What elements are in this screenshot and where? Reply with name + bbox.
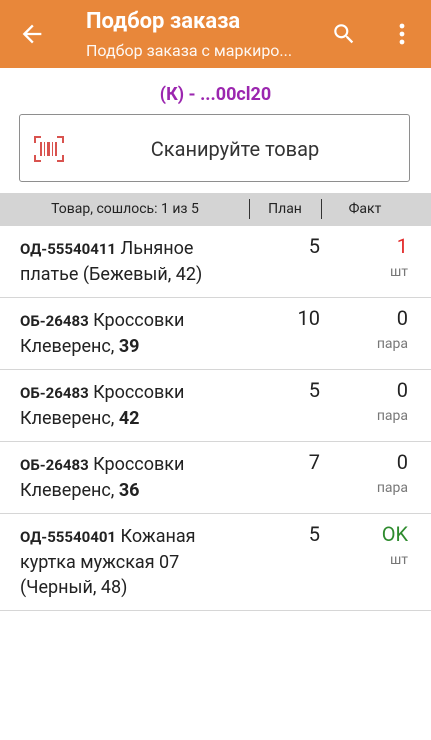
more-vert-icon[interactable]: [392, 21, 412, 47]
search-icon[interactable]: [331, 21, 357, 47]
item-code: ОБ-26483: [20, 384, 89, 402]
item-fact: OK: [381, 522, 408, 546]
item-name: ОБ-26483 Кроссовки Клеверенс, 36: [20, 452, 230, 503]
item-unit: шт: [389, 552, 408, 568]
item-plan: 5: [308, 234, 320, 258]
item-size: 42: [118, 408, 140, 429]
item-name: ОБ-26483 Кроссовки Клеверенс, 39: [20, 308, 230, 359]
item-plan: 10: [297, 306, 320, 330]
header-divider: [249, 199, 250, 219]
item-code: ОБ-26483: [20, 312, 89, 330]
item-size: 39: [118, 336, 140, 357]
item-code: ОБ-26483: [20, 456, 89, 474]
table-header: Товар, сошлось: 1 из 5 План Факт: [0, 193, 431, 226]
item-fact: 0: [396, 306, 408, 330]
item-name: ОД-55540411 Льняное платье (Бежевый, 42): [20, 236, 230, 287]
header-name: Товар, сошлось: 1 из 5: [51, 201, 199, 217]
item-unit: шт: [389, 264, 408, 280]
item-size: 36: [118, 480, 140, 501]
list-item[interactable]: ОБ-26483 Кроссовки Клеверенс, 36 7 0 пар…: [0, 442, 431, 514]
item-name: ОД-55540401 Кожаная куртка мужская 07 (Ч…: [20, 524, 230, 600]
item-code: ОД-55540401: [20, 528, 117, 546]
barcode-icon: [34, 136, 64, 162]
app-title: Подбор заказа: [86, 9, 241, 34]
header-fact: Факт: [348, 201, 382, 217]
item-fact: 0: [396, 378, 408, 402]
list-item[interactable]: ОБ-26483 Кроссовки Клеверенс, 39 10 0 па…: [0, 298, 431, 370]
scan-product-button[interactable]: Сканируйте товар: [19, 114, 410, 182]
back-arrow-icon[interactable]: [18, 20, 46, 48]
item-unit: пара: [376, 408, 408, 424]
item-fact: 0: [396, 450, 408, 474]
app-bar: Подбор заказа Подбор заказа с маркиро...: [0, 0, 431, 68]
item-unit: пара: [376, 480, 408, 496]
item-plan: 5: [308, 378, 320, 402]
list-item[interactable]: ОБ-26483 Кроссовки Клеверенс, 42 5 0 пар…: [0, 370, 431, 442]
order-id: (К) - ...00cl20: [159, 84, 272, 105]
item-plan: 5: [308, 522, 320, 546]
header-divider: [321, 199, 322, 219]
item-unit: пара: [376, 336, 408, 352]
app-subtitle: Подбор заказа с маркиро...: [86, 41, 293, 60]
header-plan: План: [268, 201, 302, 217]
item-fact: 1: [396, 234, 408, 258]
list-item[interactable]: ОД-55540401 Кожаная куртка мужская 07 (Ч…: [0, 514, 431, 611]
item-plan: 7: [308, 450, 320, 474]
scan-label: Сканируйте товар: [150, 137, 320, 161]
list-item[interactable]: ОД-55540411 Льняное платье (Бежевый, 42)…: [0, 226, 431, 298]
item-code: ОД-55540411: [20, 240, 117, 258]
item-name: ОБ-26483 Кроссовки Клеверенс, 42: [20, 380, 230, 431]
